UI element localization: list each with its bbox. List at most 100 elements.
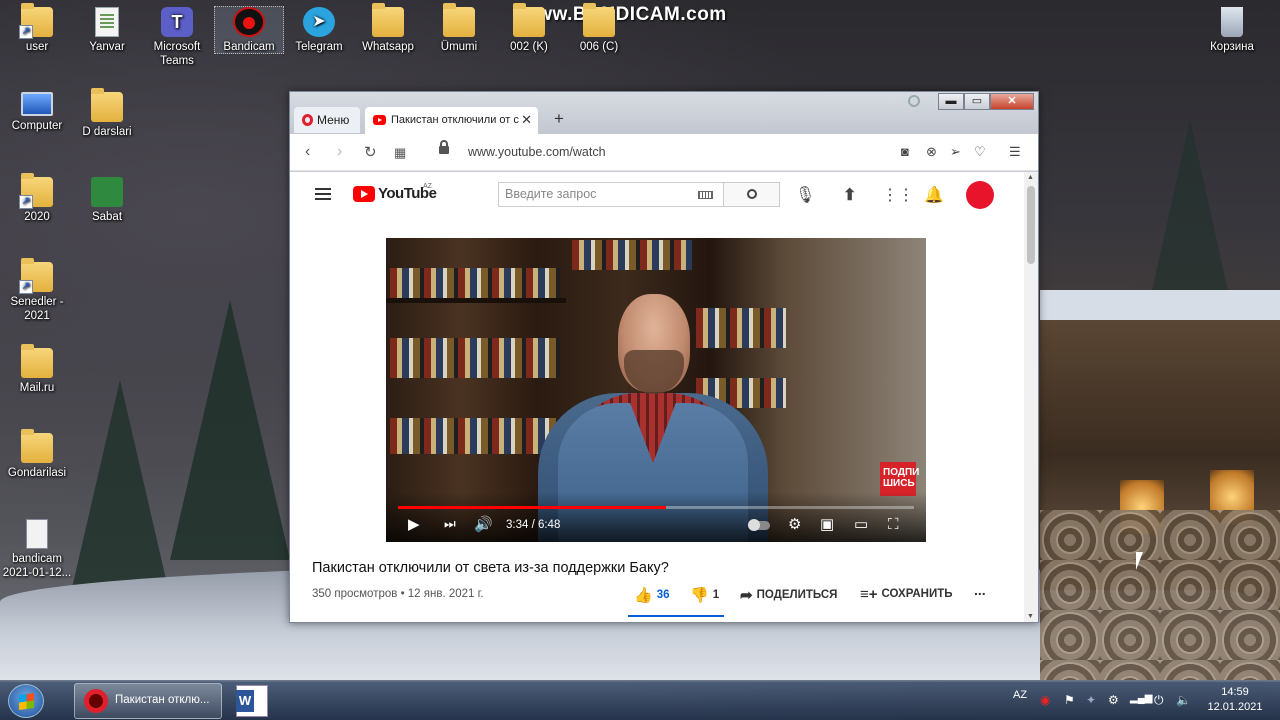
settings-gear-icon[interactable]: ⚙ [788,515,801,533]
desktop-icon-label: Yanvar [89,41,125,53]
page-scrollbar[interactable]: ▲ ▼ [1024,172,1038,622]
next-icon[interactable]: ⏭ [444,516,456,532]
dislike-count: 1 [712,589,720,601]
desktop-icon-telegram[interactable]: ➤ Telegram [284,7,354,54]
start-button[interactable] [8,684,44,718]
youtube-favicon-icon [373,115,386,125]
language-indicator[interactable]: AZ [1013,689,1027,701]
desktop-icon-002-k[interactable]: 002 (K) [494,3,564,54]
taskbar-opera-button[interactable]: Пакистан отклю... [74,683,222,719]
volume-tray-icon[interactable]: 🔈 [1176,693,1191,707]
desktop-icon-microsoft-teams[interactable]: T Microsoft Teams [142,7,212,68]
speed-dial-icon[interactable]: ▦ [394,145,406,161]
desktop-icon-umumi[interactable]: Ümumi [424,3,494,54]
pine-tree [170,300,290,560]
scroll-down-icon[interactable]: ▼ [1027,613,1034,620]
miniplayer-icon[interactable]: ▣ [820,515,834,533]
desktop-icon-006-c[interactable]: 006 (C) [564,3,634,54]
upload-icon[interactable]: ⬆ [843,185,856,205]
desktop-icon-bandicam[interactable]: Bandicam [214,6,284,54]
browser-titlebar: ▬ ▭ ✕ Меню Пакистан отключили от света и… [290,92,1038,134]
video-meta: 350 просмотров • 12 янв. 2021 г. [312,588,484,600]
desktop-icon-label: Корзина [1210,41,1254,53]
send-icon[interactable]: ➢ [950,144,961,160]
back-icon[interactable]: ‹ [305,143,310,161]
youtube-logo-icon[interactable] [353,186,375,202]
teams-tray-icon[interactable]: ✦ [1086,693,1096,707]
account-avatar[interactable] [966,181,994,209]
folder-icon [513,3,545,37]
desktop-icon-2020[interactable]: 2020 [2,173,72,224]
share-button[interactable]: ➦ ПОДЕЛИТЬСЯ [740,586,837,604]
opera-icon [84,689,108,713]
url-field[interactable]: www.youtube.com/watch [468,145,606,159]
controls-overlay [386,492,926,542]
more-actions-button[interactable]: ... [974,582,986,598]
desktop-icon-bandicam-recording[interactable]: bandicam 2021-01-12... [2,519,72,580]
new-tab-button[interactable]: + [554,109,564,129]
desktop-icon-recycle-bin[interactable]: Корзина [1197,7,1267,54]
apps-grid-icon[interactable]: ⋮⋮ [882,185,914,205]
desktop-icon-gondarilasi[interactable]: Gondarilasi [2,429,72,480]
forward-icon[interactable]: › [337,143,342,161]
taskbar-word-button[interactable] [236,685,268,717]
desktop-icon-senedler-2021[interactable]: Senedler - 2021 [2,258,72,323]
time-display: 3:34 / 6:48 [506,519,561,531]
search-input[interactable]: Введите запрос [498,182,724,207]
network-tray-icon[interactable]: ⚙ [1108,693,1119,707]
power-icon[interactable]: ⏻ [1154,693,1164,708]
desktop-icon-label: D darslari [82,126,132,138]
lock-icon[interactable] [439,140,449,154]
record-icon[interactable]: ◉ [1040,693,1050,707]
save-button[interactable]: ≡+ СОХРАНИТЬ [860,586,953,603]
close-tab-icon[interactable]: ✕ [521,112,532,128]
desktop-icon-whatsapp[interactable]: Whatsapp [353,3,423,54]
maximize-button[interactable]: ▭ [964,93,990,110]
video-player[interactable]: ПОДПИ ШИСЬ ▶ ⏭ 🔊 3:34 / 6:48 ⚙ ▣ ▭ ⛶ [386,238,926,542]
menu-label: Меню [317,113,350,127]
snapshot-icon[interactable]: ◙ [901,144,909,159]
browser-tab-youtube[interactable]: Пакистан отключили от света из-за поддер… [365,107,538,134]
tab-search-icon[interactable] [908,95,920,107]
search-button[interactable] [724,182,780,207]
adblock-icon[interactable]: ⊗ [926,144,937,160]
desktop-icon-user[interactable]: user [2,3,72,54]
books-row [696,308,786,348]
theater-mode-icon[interactable]: ▭ [854,515,868,533]
progress-bar[interactable] [398,506,914,509]
share-label: ПОДЕЛИТЬСЯ [756,589,838,601]
books-row [572,240,692,270]
desktop-icon-mail-ru[interactable]: Mail.ru [2,344,72,395]
opera-menu-button[interactable]: Меню [294,107,360,133]
volume-icon[interactable]: 🔊 [474,515,493,533]
easy-setup-icon[interactable]: ☰ [1009,144,1021,160]
taskbar: Пакистан отклю... AZ ◉ ⚑ ✦ ⚙ ▂▄▆ ⏻ 🔈 14:… [0,680,1280,720]
keyboard-icon[interactable] [698,191,713,199]
desktop-icon-sabat[interactable]: Sabat [72,177,142,224]
play-icon[interactable]: ▶ [408,515,420,533]
action-center-flag-icon[interactable]: ⚑ [1064,693,1075,707]
desktop-icon-computer[interactable]: Computer [2,92,72,133]
desktop-icon-yanvar[interactable]: Yanvar [72,7,142,54]
notifications-bell-icon[interactable]: 🔔 [924,185,944,205]
microphone-icon[interactable]: 🎙 [795,185,815,205]
folder-icon [21,429,53,463]
reload-icon[interactable]: ↻ [364,143,377,161]
scroll-up-icon[interactable]: ▲ [1027,174,1034,181]
autoplay-toggle[interactable] [748,519,770,531]
close-window-button[interactable]: ✕ [990,93,1034,110]
progress-played [398,506,667,509]
desktop-icon-d-darslari[interactable]: D darslari [72,88,142,139]
minimize-button[interactable]: ▬ [938,93,964,110]
bookmark-heart-icon[interactable]: ♡ [974,144,986,160]
fullscreen-icon[interactable]: ⛶ [888,516,899,533]
menu-icon[interactable] [315,188,331,200]
desktop-icon-label: Gondarilasi [7,467,67,479]
signal-icon[interactable]: ▂▄▆ [1130,693,1152,704]
taskbar-clock[interactable]: 14:59 12.01.2021 [1206,685,1264,715]
like-button[interactable]: 👍 36 [634,586,669,604]
desktop-icon-label: bandicam 2021-01-12... [2,553,72,579]
subscribe-badge[interactable]: ПОДПИ ШИСЬ [880,462,919,496]
dislike-button[interactable]: 👎 1 [690,586,719,604]
scrollbar-thumb[interactable] [1027,186,1035,264]
